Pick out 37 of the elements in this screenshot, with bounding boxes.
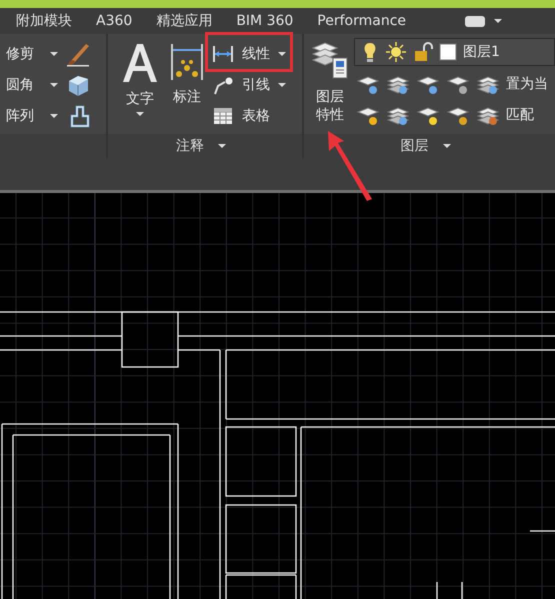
minimize-ribbon-button[interactable] [464,14,486,28]
tool-button[interactable]: 文字 [118,38,162,108]
layer-stack-icon [311,40,349,80]
ribbon-tab[interactable]: 附加模块 [4,8,84,34]
layer-properties-button[interactable]: 图层特性 [310,38,350,134]
caret-icon[interactable] [494,19,502,23]
ribbon-tab[interactable]: A360 [84,8,144,34]
tool-button[interactable]: 置为当 [504,74,548,92]
ribbon-tab[interactable]: BIM 360 [224,8,306,34]
panel-title[interactable]: 图层 [304,134,555,158]
leader-icon [212,74,234,94]
caret-icon[interactable] [278,52,286,56]
tool-button[interactable]: 标注 [168,38,206,106]
caret-icon[interactable] [50,82,58,86]
ribbon-tab[interactable]: Performance [305,8,418,34]
sun-icon [385,41,407,63]
tool-button[interactable]: 阵列 [6,106,42,124]
panel-title[interactable]: 注释 [108,134,302,158]
letter-icon [120,42,160,84]
tool-button[interactable]: 匹配 [504,106,534,124]
layer-dropdown[interactable]: 图层1 [354,38,555,66]
unlocked-padlock-icon [413,41,433,63]
tool-button[interactable]: 圆角 [6,76,42,94]
color-swatch-icon [439,43,457,61]
caret-icon[interactable] [136,112,144,116]
caret-icon[interactable] [278,82,286,86]
tool-button[interactable]: 表格 [210,106,272,126]
annotation-arrow [328,131,372,201]
dimension-icon [170,42,204,82]
table-icon [212,106,234,126]
tool-button[interactable]: 线性 [210,44,272,64]
caret-icon[interactable] [50,52,58,56]
caret-icon[interactable] [50,114,58,118]
ribbon-tab[interactable]: 精选应用 [144,8,224,34]
tool-button[interactable]: 修剪 [6,44,42,62]
dimension-line-icon [212,44,234,64]
tool-button[interactable]: 引线 [210,74,272,94]
